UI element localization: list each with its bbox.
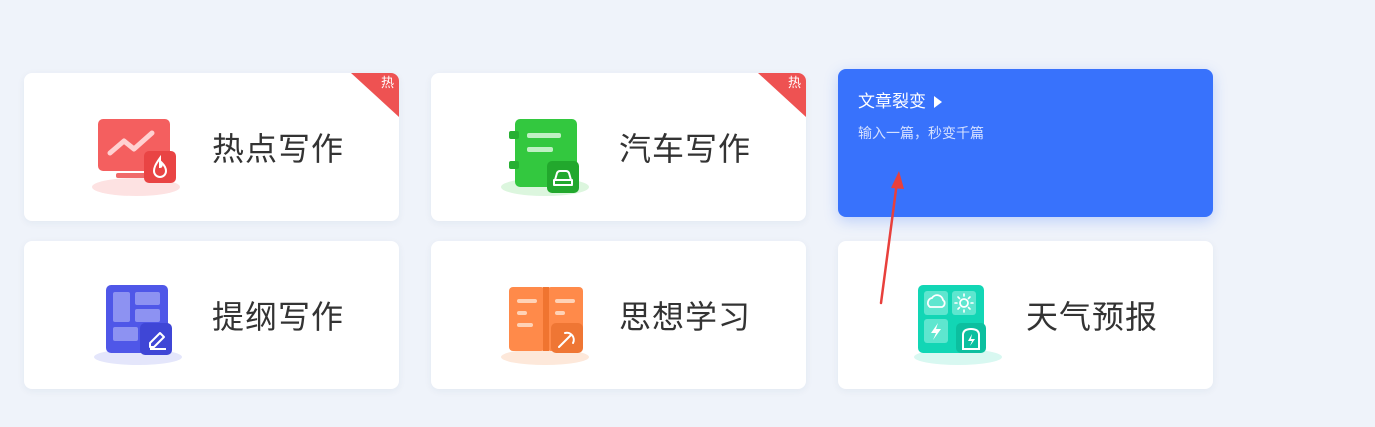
card-label: 思想学习 bbox=[619, 298, 752, 336]
open-book-icon bbox=[501, 287, 589, 365]
feature-title-row[interactable]: 文章裂变 bbox=[858, 91, 942, 113]
weather-grid-icon bbox=[914, 285, 1002, 365]
hot-badge-label: 热 bbox=[787, 76, 801, 91]
card-article-split[interactable]: 文章裂变 输入一篇，秒变千篇 bbox=[838, 69, 1213, 217]
outline-layout-icon bbox=[94, 285, 182, 365]
card-hot-writing[interactable]: 热 热点写作 bbox=[24, 73, 399, 221]
caret-right-icon bbox=[934, 96, 942, 108]
card-label: 汽车写作 bbox=[619, 130, 752, 168]
monitor-trend-icon bbox=[92, 119, 180, 196]
hot-badge-label: 热 bbox=[380, 76, 394, 91]
notebook-car-icon bbox=[501, 119, 589, 196]
card-weather-forecast[interactable]: 天气预报 bbox=[838, 241, 1213, 389]
card-outline-writing[interactable]: 提纲写作 bbox=[24, 241, 399, 389]
card-ideology-study[interactable]: 思想学习 bbox=[431, 241, 806, 389]
card-label: 天气预报 bbox=[1026, 298, 1159, 336]
hot-badge: 热 bbox=[758, 73, 806, 117]
feature-subtitle: 输入一篇，秒变千篇 bbox=[858, 126, 984, 142]
feature-title: 文章裂变 bbox=[858, 92, 926, 112]
hot-badge: 热 bbox=[351, 73, 399, 117]
card-label: 热点写作 bbox=[212, 130, 345, 168]
card-car-writing[interactable]: 热 汽车写作 bbox=[431, 73, 806, 221]
card-label: 提纲写作 bbox=[212, 298, 345, 336]
